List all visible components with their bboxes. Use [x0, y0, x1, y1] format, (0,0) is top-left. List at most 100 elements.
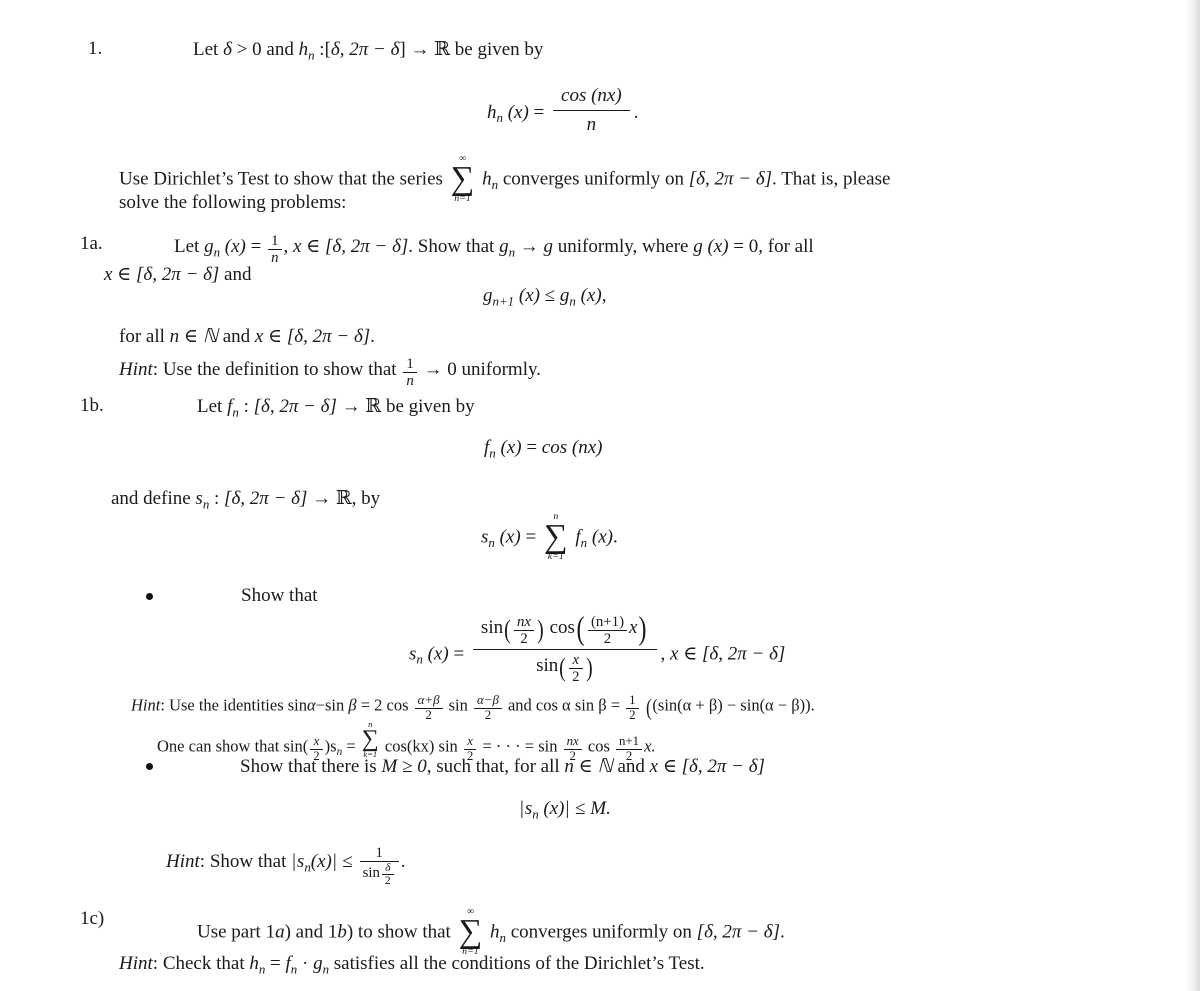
snb-s-sub: n: [532, 806, 539, 822]
b1h2-mid1: )s: [324, 736, 337, 756]
b1h2-eq1: =: [346, 736, 356, 756]
a1-frac-num: 1: [271, 233, 279, 249]
sncf-den-arg: x 2: [569, 652, 583, 685]
b1h-paren-open: (: [645, 693, 652, 720]
problem-1a-line2: x ∈ [δ, 2π − δ] and: [104, 263, 251, 286]
problem-1a-hint: Hint: Use the definition to show that 1 …: [119, 356, 541, 389]
b2t-mid: , such that, for all: [426, 756, 560, 777]
problem-1c-hint: Hint: Check that hn = fn · gn satisfies …: [119, 953, 705, 977]
sn-sum-sigma: ∑: [543, 517, 568, 555]
b1h2-cos-kx: cos(kx) sin: [384, 736, 458, 756]
a2-interval: [δ, 2π − δ]: [136, 264, 220, 285]
a1-g-arg: (x): [224, 236, 246, 258]
a-hint-frac-num: 1: [406, 356, 414, 372]
b2-colon: :: [214, 488, 220, 509]
problem-1-intro: Let δ > 0 and hn :[δ, 2π − δ] → ℝ be giv…: [193, 38, 543, 63]
page-right-edge-shadow: [1186, 0, 1200, 991]
b1-given-by: be given by: [385, 396, 475, 417]
sncf-paren-open-3: (: [559, 652, 566, 683]
intro-given-by: be given by: [454, 39, 544, 60]
b1h-frac-1: α+β 2: [414, 693, 443, 723]
a1-g: g: [204, 236, 214, 258]
b1h-and-cos: and cos α sin β =: [507, 695, 621, 715]
ch-pre: Check that: [162, 953, 245, 974]
sncf-num-sin-arg: nx 2: [513, 614, 534, 647]
b1h2-eq2: = · · · =: [482, 736, 535, 756]
b1h2-cos2: cos: [587, 736, 610, 756]
a1-frac-den: n: [268, 248, 282, 266]
gmono-rhs-sub: n: [569, 293, 576, 309]
b2h-den-sin: sin: [362, 865, 380, 882]
bullet-point-2: [146, 763, 153, 770]
bullet-2-text: Show that there is M ≥ 0, such that, for…: [240, 755, 765, 778]
formula-sn-partial-sum: sn (x) = n ∑ k=1 fn (x).: [481, 512, 618, 563]
sncf-cos-x: x: [629, 617, 638, 639]
sncf-x-in: x ∈: [670, 643, 698, 665]
problem-1b-label: 1b.: [80, 395, 104, 416]
c1-term: h: [490, 921, 500, 943]
c1-mid2: ) to show that: [346, 921, 451, 943]
b1h2-sum-symbol: n ∑ k=1: [362, 720, 379, 759]
a1-uniformly: uniformly, where: [557, 236, 689, 258]
sncf-denominator: sin( x 2 ): [472, 648, 657, 685]
b2h-period: .: [400, 851, 406, 873]
c1-a-italic: a: [275, 921, 285, 943]
c1-pre: Use part 1: [197, 921, 276, 943]
a1-eq-zero: = 0, for all: [733, 236, 814, 258]
b1h2-xh-num: x: [313, 734, 320, 749]
a1-x-in: x ∈: [293, 236, 321, 258]
ch-h-sub: n: [258, 961, 266, 977]
document-page: 1. Let δ > 0 and hn :[δ, 2π − δ] → ℝ be …: [0, 0, 1186, 991]
problem-1c-line1: Use part 1a) and 1b) to show that ∞ ∑ n=…: [197, 907, 785, 958]
b1-arrow: →: [341, 396, 361, 417]
sncf-paren-close-2: ): [639, 610, 647, 648]
a1-fraction-one-over-n: 1 n: [268, 233, 282, 266]
ch-h: h: [249, 953, 259, 974]
intro-let: Let: [193, 39, 219, 60]
formula-gn-monotone: gn+1 (x) ≤ gn (x),: [483, 285, 606, 309]
intro-gt-zero: > 0 and: [236, 39, 294, 60]
b1h2-sin2: sin: [538, 736, 558, 756]
a3-and: and: [222, 326, 251, 347]
b2-reals: ℝ: [335, 487, 352, 509]
intro-delta: δ: [223, 39, 232, 60]
ch-g-sub: n: [322, 961, 330, 977]
b2-s: s: [195, 488, 203, 509]
b2h-frac-den: sin δ 2: [359, 860, 399, 888]
a1-g-sub: n: [213, 244, 221, 260]
hn-denominator: n: [553, 109, 630, 137]
b1-interval: [δ, 2π − δ]: [253, 396, 337, 417]
b1h2-sum-sigma: ∑: [361, 725, 379, 752]
a-hint-word: Hint: [119, 359, 153, 381]
series-term-h: h: [482, 168, 492, 190]
hn-lhs-sub: n: [496, 110, 503, 126]
b1h-f1-num: α+β: [417, 693, 440, 707]
dirichlet-mid: converges uniformly on: [502, 168, 684, 190]
problem-1b-line1: Let fn : [δ, 2π − δ] → ℝ be given by: [197, 395, 475, 420]
ch-word: Hint: [119, 953, 153, 974]
a1-gx: g (x): [693, 236, 729, 258]
b2t-and: and: [617, 756, 645, 777]
a3-n-in-N: n ∈ ℕ: [169, 326, 218, 347]
b2-pre: and define: [111, 488, 191, 509]
b1h-minus-sin: −sin: [315, 695, 345, 715]
snb-arg: (x): [543, 798, 565, 819]
bullet-1-hint-line1: Hint: Use the identities sinα−sin β = 2 …: [131, 693, 815, 723]
sum-sigma: ∑: [450, 159, 475, 197]
intro-h: h: [298, 39, 309, 60]
gmono-lhs-sub: n+1: [492, 293, 515, 309]
b2h-pre: Show that: [209, 851, 287, 873]
sn-sum-symbol: n ∑ k=1: [544, 512, 568, 562]
c1-mid1: ) and 1: [284, 921, 338, 943]
sncf-nx-den: 2: [513, 629, 534, 647]
intro-reals: ℝ: [434, 38, 451, 60]
b2h-colon: :: [199, 851, 206, 873]
intro-arrow: →: [410, 39, 430, 60]
b1h-sin2: sin: [448, 695, 468, 715]
ch-eq: =: [270, 953, 281, 974]
b2h-word: Hint: [166, 851, 200, 873]
problem-1b-line2: and define sn : [δ, 2π − δ] → ℝ, by: [111, 487, 380, 512]
b2t-n-in-N: n ∈ ℕ: [564, 756, 613, 777]
dirichlet-post: . That is, please: [772, 168, 891, 190]
fn-equals: =: [526, 437, 538, 458]
